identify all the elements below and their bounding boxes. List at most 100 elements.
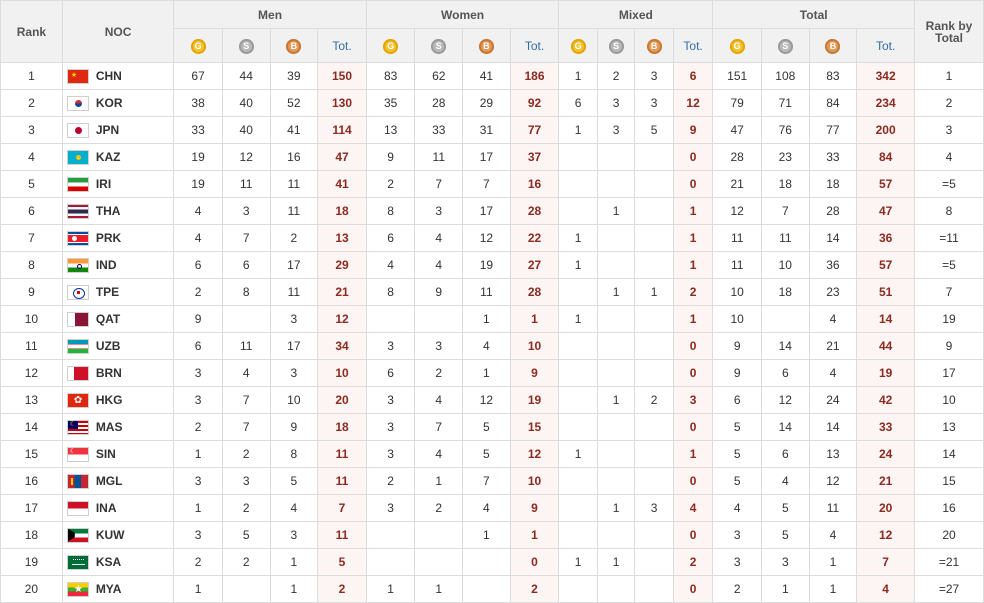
mixed-silver-cell bbox=[596, 143, 636, 171]
women-bronze-cell: 29 bbox=[462, 89, 511, 117]
women-tot-header[interactable]: Tot. bbox=[509, 28, 560, 63]
men-tot-cell: 7 bbox=[317, 494, 367, 522]
noc-code[interactable]: MAS bbox=[96, 420, 123, 434]
mixed-tot-header[interactable]: Tot. bbox=[672, 28, 714, 63]
noc-cell[interactable]: TPE bbox=[61, 278, 175, 306]
men-tot-header[interactable]: Tot. bbox=[317, 28, 367, 63]
men-gold-header[interactable]: G bbox=[173, 28, 223, 63]
mixed-bronze-cell: 3 bbox=[634, 494, 674, 522]
men-bronze-cell: 2 bbox=[269, 224, 319, 252]
noc-code[interactable]: KUW bbox=[96, 528, 125, 542]
noc-cell[interactable]: KOR bbox=[61, 89, 175, 117]
noc-cell[interactable]: KSA bbox=[61, 548, 175, 576]
men-bronze-cell: 1 bbox=[269, 575, 319, 603]
table-row[interactable]: 1 ★ CHN 67 44 39 150 83 62 41 186 1 2 3 6 151 108 83 342 1 bbox=[0, 62, 984, 90]
table-row[interactable]: 6 THA 4 3 11 18 8 3 17 28 1 1 12 7 28 47 8 bbox=[0, 197, 984, 225]
total-silver-header[interactable]: S bbox=[761, 28, 810, 63]
women-gold-cell: 35 bbox=[365, 89, 416, 117]
noc-code[interactable]: KAZ bbox=[96, 150, 121, 164]
noc-cell[interactable]: THA bbox=[61, 197, 175, 225]
women-bronze-cell: 7 bbox=[462, 467, 511, 495]
noc-cell[interactable]: MGL bbox=[61, 467, 175, 495]
noc-cell[interactable]: ☾ SIN bbox=[61, 440, 175, 468]
men-silver-cell: 5 bbox=[221, 521, 271, 549]
rank-cell: 17 bbox=[0, 494, 63, 522]
noc-code[interactable]: QAT bbox=[96, 312, 120, 326]
flag-kuw-icon bbox=[66, 527, 89, 543]
noc-cell[interactable]: BRN bbox=[61, 359, 175, 387]
mixed-silver-cell bbox=[596, 170, 636, 198]
noc-code[interactable]: IRI bbox=[96, 177, 111, 191]
total-bronze-cell: 1 bbox=[808, 575, 858, 603]
mixed-gold-header[interactable]: G bbox=[558, 28, 598, 63]
noc-cell[interactable]: JPN bbox=[61, 116, 175, 144]
total-tot-cell: 4 bbox=[856, 575, 916, 603]
total-bronze-header[interactable]: B bbox=[808, 28, 858, 63]
table-row[interactable]: 14 ☾ MAS 2 7 9 18 3 7 5 15 0 5 14 14 33 13 bbox=[0, 413, 984, 441]
noc-cell[interactable]: PRK bbox=[61, 224, 175, 252]
noc-code[interactable]: CHN bbox=[96, 69, 122, 83]
men-silver-cell: 11 bbox=[221, 332, 271, 360]
table-row[interactable]: 2 KOR 38 40 52 130 35 28 29 92 6 3 3 12 79 71 84 234 2 bbox=[0, 89, 984, 117]
noc-code[interactable]: UZB bbox=[96, 339, 121, 353]
women-gold-header[interactable]: G bbox=[365, 28, 416, 63]
table-row[interactable]: 19 KSA 2 2 1 5 0 1 1 2 3 3 1 7 =21 bbox=[0, 548, 984, 576]
noc-code[interactable]: TPE bbox=[96, 285, 119, 299]
women-tot-cell: 77 bbox=[509, 116, 560, 144]
mixed-bronze-header[interactable]: B bbox=[634, 28, 674, 63]
table-row[interactable]: 5 IRI 19 11 11 41 2 7 7 16 0 21 18 18 57 =5 bbox=[0, 170, 984, 198]
noc-cell[interactable]: IRI bbox=[61, 170, 175, 198]
men-gold-cell: 9 bbox=[173, 305, 223, 333]
noc-cell[interactable]: ✿ HKG bbox=[61, 386, 175, 414]
noc-code[interactable]: JPN bbox=[96, 123, 119, 137]
noc-cell[interactable]: INA bbox=[61, 494, 175, 522]
table-row[interactable]: 15 ☾ SIN 1 2 8 11 3 4 5 12 1 1 5 6 13 24 14 bbox=[0, 440, 984, 468]
noc-cell[interactable]: QAT bbox=[61, 305, 175, 333]
noc-cell[interactable]: IND bbox=[61, 251, 175, 279]
rank-by-total-header[interactable]: Rank by Total bbox=[914, 0, 984, 63]
rank-header[interactable]: Rank bbox=[0, 0, 63, 63]
table-row[interactable]: 3 JPN 33 40 41 114 13 33 31 77 1 3 5 9 47 76 77 200 3 bbox=[0, 116, 984, 144]
noc-code[interactable]: MGL bbox=[96, 474, 123, 488]
table-row[interactable]: 7 PRK 4 7 2 13 6 4 12 22 1 1 11 11 14 36 =11 bbox=[0, 224, 984, 252]
mixed-gold-cell bbox=[558, 332, 598, 360]
noc-code[interactable]: KOR bbox=[96, 96, 123, 110]
noc-code[interactable]: IND bbox=[96, 258, 117, 272]
noc-cell[interactable]: ★ CHN bbox=[61, 62, 175, 90]
rank-by-total-cell: 4 bbox=[914, 143, 984, 171]
mixed-silver-header[interactable]: S bbox=[596, 28, 636, 63]
bronze-medal-icon: B bbox=[825, 38, 841, 54]
noc-code[interactable]: KSA bbox=[96, 555, 121, 569]
table-row[interactable]: 16 MGL 3 3 5 11 2 1 7 10 0 5 4 12 21 15 bbox=[0, 467, 984, 495]
noc-cell[interactable]: ★ MYA bbox=[61, 575, 175, 603]
women-silver-cell bbox=[414, 548, 464, 576]
table-row[interactable]: 9 TPE 2 8 11 21 8 9 11 28 1 1 2 10 18 23 51 7 bbox=[0, 278, 984, 306]
noc-cell[interactable]: ☾ MAS bbox=[61, 413, 175, 441]
noc-header[interactable]: NOC bbox=[61, 0, 175, 63]
noc-cell[interactable]: KUW bbox=[61, 521, 175, 549]
table-row[interactable]: 8 IND 6 6 17 29 4 4 19 27 1 1 11 10 36 57 =5 bbox=[0, 251, 984, 279]
noc-cell[interactable]: KAZ bbox=[61, 143, 175, 171]
noc-code[interactable]: THA bbox=[96, 204, 121, 218]
table-row[interactable]: 12 BRN 3 4 3 10 6 2 1 9 0 9 6 4 19 17 bbox=[0, 359, 984, 387]
women-silver-header[interactable]: S bbox=[414, 28, 464, 63]
table-row[interactable]: 4 KAZ 19 12 16 47 9 11 17 37 0 28 23 33 84 4 bbox=[0, 143, 984, 171]
noc-code[interactable]: INA bbox=[96, 501, 117, 515]
women-bronze-header[interactable]: B bbox=[462, 28, 511, 63]
total-tot-header[interactable]: Tot. bbox=[856, 28, 916, 63]
noc-cell[interactable]: UZB bbox=[61, 332, 175, 360]
table-row[interactable]: 13 ✿ HKG 3 7 10 20 3 4 12 19 1 2 3 6 12 24 42 10 bbox=[0, 386, 984, 414]
noc-code[interactable]: PRK bbox=[96, 231, 121, 245]
noc-code[interactable]: BRN bbox=[96, 366, 122, 380]
men-silver-header[interactable]: S bbox=[221, 28, 271, 63]
noc-code[interactable]: MYA bbox=[96, 582, 122, 596]
noc-code[interactable]: SIN bbox=[96, 447, 116, 461]
table-row[interactable]: 18 KUW 3 5 3 11 1 1 0 3 5 4 12 20 bbox=[0, 521, 984, 549]
table-row[interactable]: 17 INA 1 2 4 7 3 2 4 9 1 3 4 4 5 11 20 16 bbox=[0, 494, 984, 522]
table-row[interactable]: 20 ★ MYA 1 1 2 1 1 2 0 2 1 1 4 =27 bbox=[0, 575, 984, 603]
men-bronze-header[interactable]: B bbox=[269, 28, 319, 63]
noc-code[interactable]: HKG bbox=[96, 393, 123, 407]
total-gold-header[interactable]: G bbox=[712, 28, 762, 63]
table-row[interactable]: 10 QAT 9 3 12 1 1 1 1 10 4 14 19 bbox=[0, 305, 984, 333]
table-row[interactable]: 11 UZB 6 11 17 34 3 3 4 10 0 9 14 21 44 9 bbox=[0, 332, 984, 360]
